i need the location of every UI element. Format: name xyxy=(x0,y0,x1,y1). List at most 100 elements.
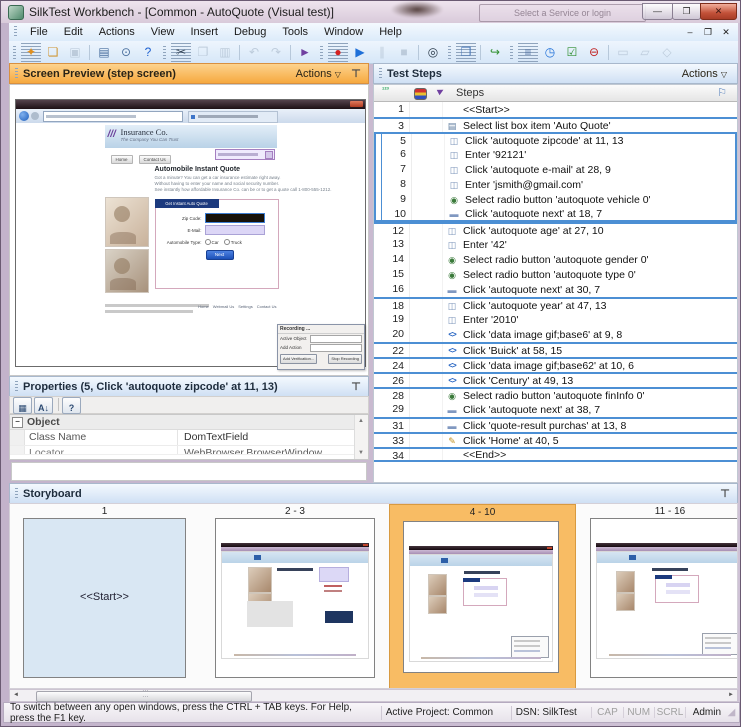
test-step-row[interactable]: 6 Enter '92121' xyxy=(374,147,737,162)
test-step-row[interactable]: 34 <<End>> xyxy=(374,447,737,462)
property-row-clipped[interactable]: Locator WebBrowser.BrowserWindow xyxy=(10,446,368,455)
paste-button[interactable]: ▥ xyxy=(215,43,235,62)
shape-rect-button[interactable]: ▭ xyxy=(613,43,633,62)
test-step-row[interactable]: 8 Enter 'jsmith@gmail.com' xyxy=(374,177,737,192)
test-step-row[interactable]: 31 Click 'quote-result purchas' at 13, 8 xyxy=(374,417,737,432)
shape-diamond-button[interactable]: ◇ xyxy=(657,43,677,62)
pin-icon[interactable]: ⊤ xyxy=(351,67,361,80)
undo-button[interactable]: ↶ xyxy=(244,43,264,62)
cut-button[interactable]: ✂ xyxy=(171,43,191,62)
copy-window-button[interactable]: ❐ xyxy=(456,43,476,62)
storyboard-thumbnail: <<Start>> xyxy=(23,518,186,678)
export-button[interactable]: ↪ xyxy=(485,43,505,62)
open-button[interactable]: ❏ xyxy=(43,43,63,62)
screen-preview-area[interactable]: /// Insurance Co. The Company You Can Tr… xyxy=(9,84,369,376)
stop-button[interactable]: ■ xyxy=(394,43,414,62)
pin-icon[interactable]: ⊤ xyxy=(720,487,730,500)
property-category-row[interactable]: − Object xyxy=(10,415,368,430)
property-row[interactable]: Class Name DomTextField xyxy=(10,430,368,446)
test-step-row[interactable]: 20 Click 'data image gif;base6' at 9, 8 xyxy=(374,327,737,342)
step-text: Click 'autoquote next' at 30, 7 xyxy=(461,284,600,296)
browser-forward-icon xyxy=(31,112,39,120)
alphabetical-button[interactable]: A↓ xyxy=(34,397,53,414)
menu-item[interactable]: Help xyxy=(371,24,410,41)
test-step-row[interactable]: 16 Click 'autoquote next' at 30, 7 xyxy=(374,282,737,297)
mdi-restore-icon[interactable]: ❐ xyxy=(702,25,714,39)
title-bar[interactable]: SilkTest Workbench - [Common - AutoQuote… xyxy=(1,1,741,23)
storyboard-frame[interactable]: 2 - 3 xyxy=(215,504,375,689)
menu-item[interactable]: Actions xyxy=(91,24,143,41)
flag-icon[interactable]: ⚐ xyxy=(717,86,727,99)
test-step-row[interactable]: 15 Select radio button 'autoquote type 0… xyxy=(374,267,737,282)
mdi-minimize-icon[interactable]: – xyxy=(684,25,696,39)
menu-item[interactable]: Tools xyxy=(274,24,316,41)
test-step-row[interactable]: 26 Click 'Century' at 49, 13 xyxy=(374,372,737,387)
test-step-row[interactable]: 1 <<Start>> xyxy=(374,102,737,117)
print-button[interactable]: ▤ xyxy=(94,43,114,62)
test-steps-button[interactable]: ≡ xyxy=(518,43,538,62)
save-button[interactable]: ▣ xyxy=(65,43,85,62)
help-button[interactable]: ? xyxy=(62,397,81,414)
print-preview-button[interactable]: ⊙ xyxy=(116,43,136,62)
test-step-row[interactable]: 10 Click 'autoquote next' at 18, 7 xyxy=(374,207,737,222)
test-step-row[interactable]: 22 Click 'Buick' at 58, 15 xyxy=(374,342,737,357)
collapse-icon[interactable]: − xyxy=(12,417,23,428)
menu-item[interactable]: Window xyxy=(316,24,371,41)
test-step-row[interactable]: 19 Enter '2010' xyxy=(374,312,737,327)
minimize-button[interactable]: — xyxy=(642,3,673,20)
step-number: 18 xyxy=(374,299,410,312)
play-button[interactable]: ▶ xyxy=(350,43,370,62)
test-step-row[interactable]: 24 Click 'data image gif;base62' at 10, … xyxy=(374,357,737,372)
test-step-row[interactable]: 13 Enter '42' xyxy=(374,237,737,252)
scrollbar-thumb[interactable] xyxy=(36,691,252,702)
test-step-row[interactable]: 29 Click 'autoquote next' at 38, 7 xyxy=(374,402,737,417)
scroll-left-icon[interactable]: ◄ xyxy=(10,690,22,701)
test-step-row[interactable]: 18 Click 'autoquote year' at 47, 13 xyxy=(374,297,737,312)
copy-button[interactable]: ❐ xyxy=(193,43,213,62)
scroll-down-icon[interactable]: ▼ xyxy=(355,447,367,459)
record-button[interactable]: ● xyxy=(328,43,348,62)
menu-item[interactable]: File xyxy=(22,24,56,41)
new-button[interactable]: ✦ xyxy=(21,43,41,62)
storyboard-frame[interactable]: 4 - 10 xyxy=(389,504,576,689)
verify-button[interactable]: ☑ xyxy=(562,43,582,62)
mdi-close-icon[interactable]: ✕ xyxy=(720,25,732,39)
test-step-row[interactable]: 33 Click 'Home' at 40, 5 xyxy=(374,432,737,447)
step-text: Click 'data image gif;base6' at 9, 8 xyxy=(461,329,622,341)
test-step-row[interactable]: 9 Select radio button 'autoquote vehicle… xyxy=(374,192,737,207)
menu-item[interactable]: View xyxy=(143,24,183,41)
menu-item[interactable]: Insert xyxy=(182,24,226,41)
hotspot-button[interactable]: ◎ xyxy=(423,43,443,62)
status-bar: To switch between any open windows, pres… xyxy=(3,702,740,723)
test-step-row[interactable]: 12 Click 'autoquote age' at 27, 10 xyxy=(374,222,737,237)
storyboard-frame[interactable]: 1 <<Start>> xyxy=(23,504,186,689)
properties-scrollbar[interactable]: ▲ ▼ xyxy=(354,415,368,459)
close-button[interactable]: ✕ xyxy=(700,3,737,20)
test-step-row[interactable]: 7 Click 'autoquote e-mail' at 28, 9 xyxy=(374,162,737,177)
pause-button[interactable]: ∥ xyxy=(372,43,392,62)
test-steps-actions-button[interactable]: Actions ▽ xyxy=(682,68,727,80)
test-step-row[interactable]: 14 Select radio button 'autoquote gender… xyxy=(374,252,737,267)
maximize-button[interactable]: ❐ xyxy=(672,3,701,20)
scroll-right-icon[interactable]: ► xyxy=(725,690,737,701)
site-footer: HomeWebmail UsSettingsContact Us xyxy=(105,303,277,319)
menu-item[interactable]: Edit xyxy=(56,24,91,41)
test-step-row[interactable]: 28 Select radio button 'autoquote finInf… xyxy=(374,387,737,402)
storyboard-scrollbar[interactable]: ◄ ► xyxy=(9,689,738,702)
timer-button[interactable]: ◷ xyxy=(540,43,560,62)
remove-button[interactable]: ⊖ xyxy=(584,43,604,62)
storyboard-frame[interactable]: 11 - 16 xyxy=(590,504,738,689)
scroll-up-icon[interactable]: ▲ xyxy=(355,415,367,427)
categorized-button[interactable]: ▦ xyxy=(13,397,32,414)
visual-test-button[interactable]: ► xyxy=(295,43,315,62)
test-step-row[interactable]: 3 Select list box item 'Auto Quote' xyxy=(374,117,737,132)
steps-column-header[interactable]: ¹²³ ► Steps ⚐ xyxy=(374,85,737,102)
test-step-row[interactable]: 5 Click 'autoquote zipcode' at 11, 13 xyxy=(374,132,737,147)
menu-item[interactable]: Debug xyxy=(226,24,274,41)
screen-preview-actions-button[interactable]: Actions ▽ xyxy=(296,68,341,80)
redo-button[interactable]: ↷ xyxy=(266,43,286,62)
help-button[interactable]: ? xyxy=(138,43,158,62)
shape-parallelogram-button[interactable]: ▱ xyxy=(635,43,655,62)
pin-icon[interactable]: ⊤ xyxy=(351,380,361,393)
resize-grip[interactable]: ◢ xyxy=(728,707,739,718)
